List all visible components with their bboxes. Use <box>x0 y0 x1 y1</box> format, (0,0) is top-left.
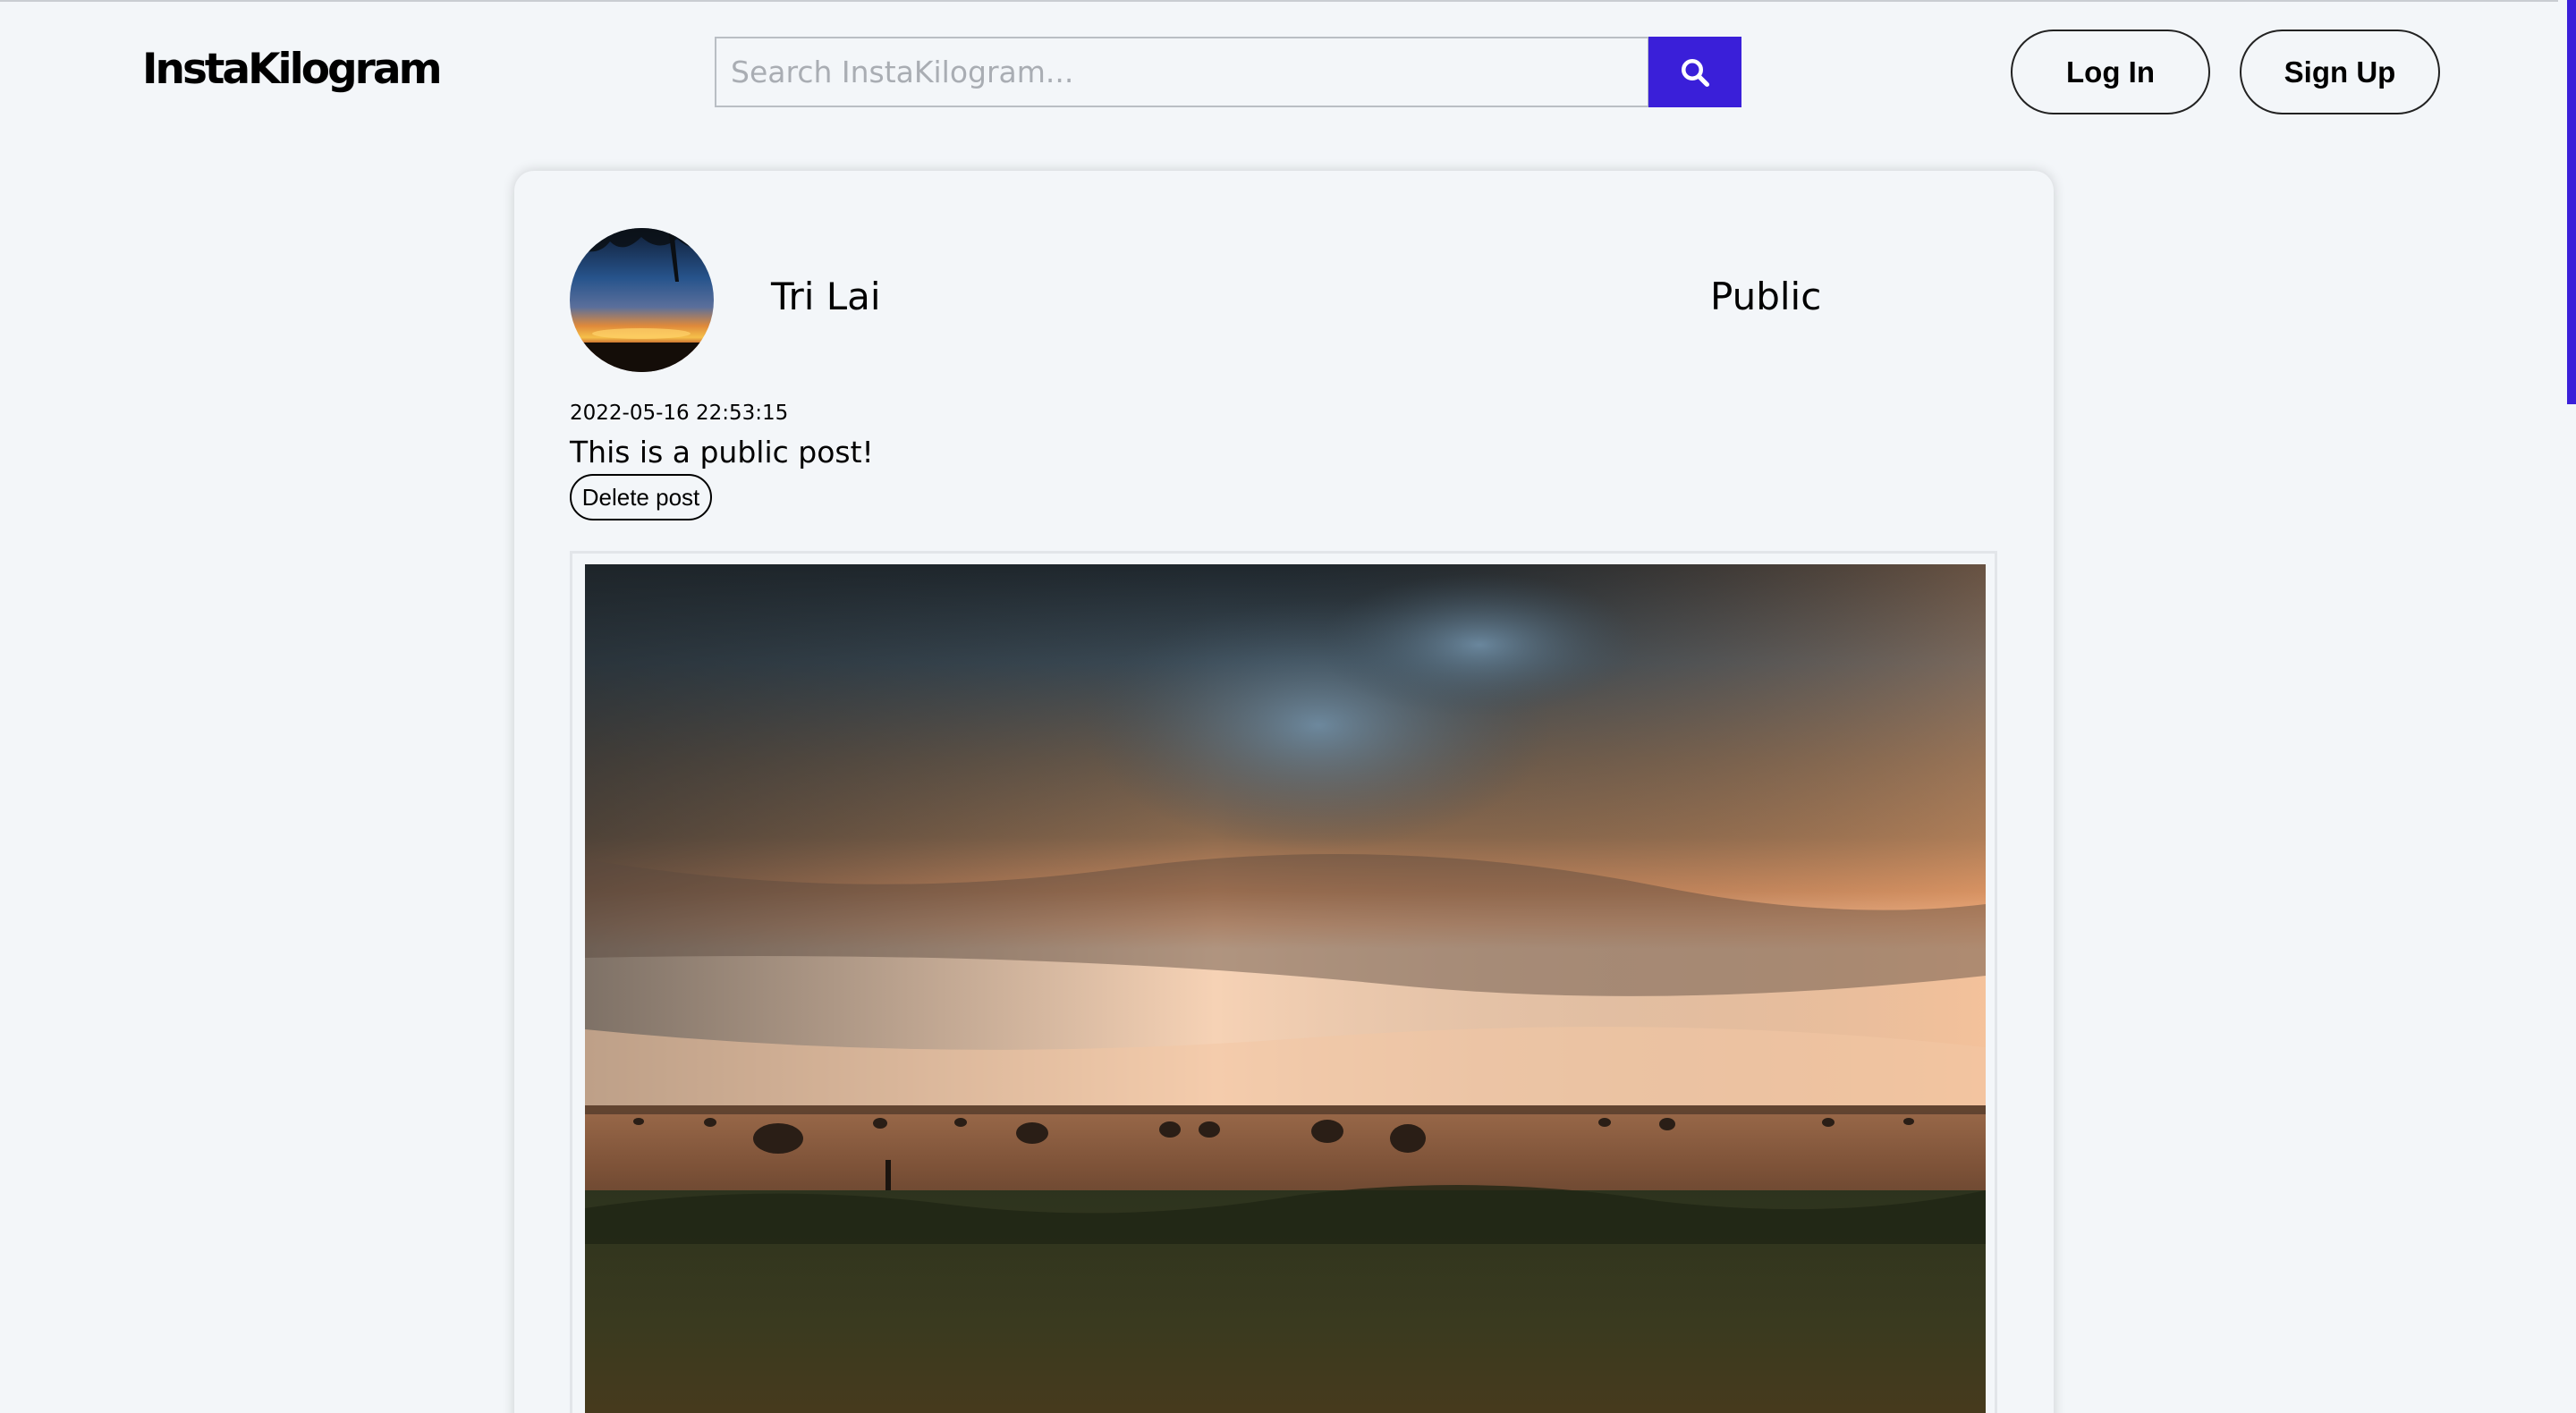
post-timestamp: 2022-05-16 22:53:15 <box>570 402 789 425</box>
delete-post-button[interactable]: Delete post <box>570 474 712 520</box>
scrollbar-thumb[interactable] <box>2567 0 2576 404</box>
avatar[interactable] <box>570 228 714 372</box>
signup-button[interactable]: Sign Up <box>2240 30 2440 114</box>
search-button[interactable] <box>1648 37 1741 107</box>
post-image[interactable] <box>585 564 1986 1413</box>
post-visibility: Public <box>1710 275 1822 318</box>
site-logo[interactable]: InstaKilogram <box>142 45 443 94</box>
search-icon <box>1682 58 1710 87</box>
login-button[interactable]: Log In <box>2011 30 2210 114</box>
post-image-frame <box>570 551 1997 1413</box>
site-header: InstaKilogram Log In Sign Up <box>0 0 2558 143</box>
post-card: Tri Lai Public 2022-05-16 22:53:15 This … <box>514 171 2054 1413</box>
search-input[interactable] <box>715 37 1649 107</box>
post-caption: This is a public post! <box>570 435 874 470</box>
post-author-name[interactable]: Tri Lai <box>771 275 881 318</box>
